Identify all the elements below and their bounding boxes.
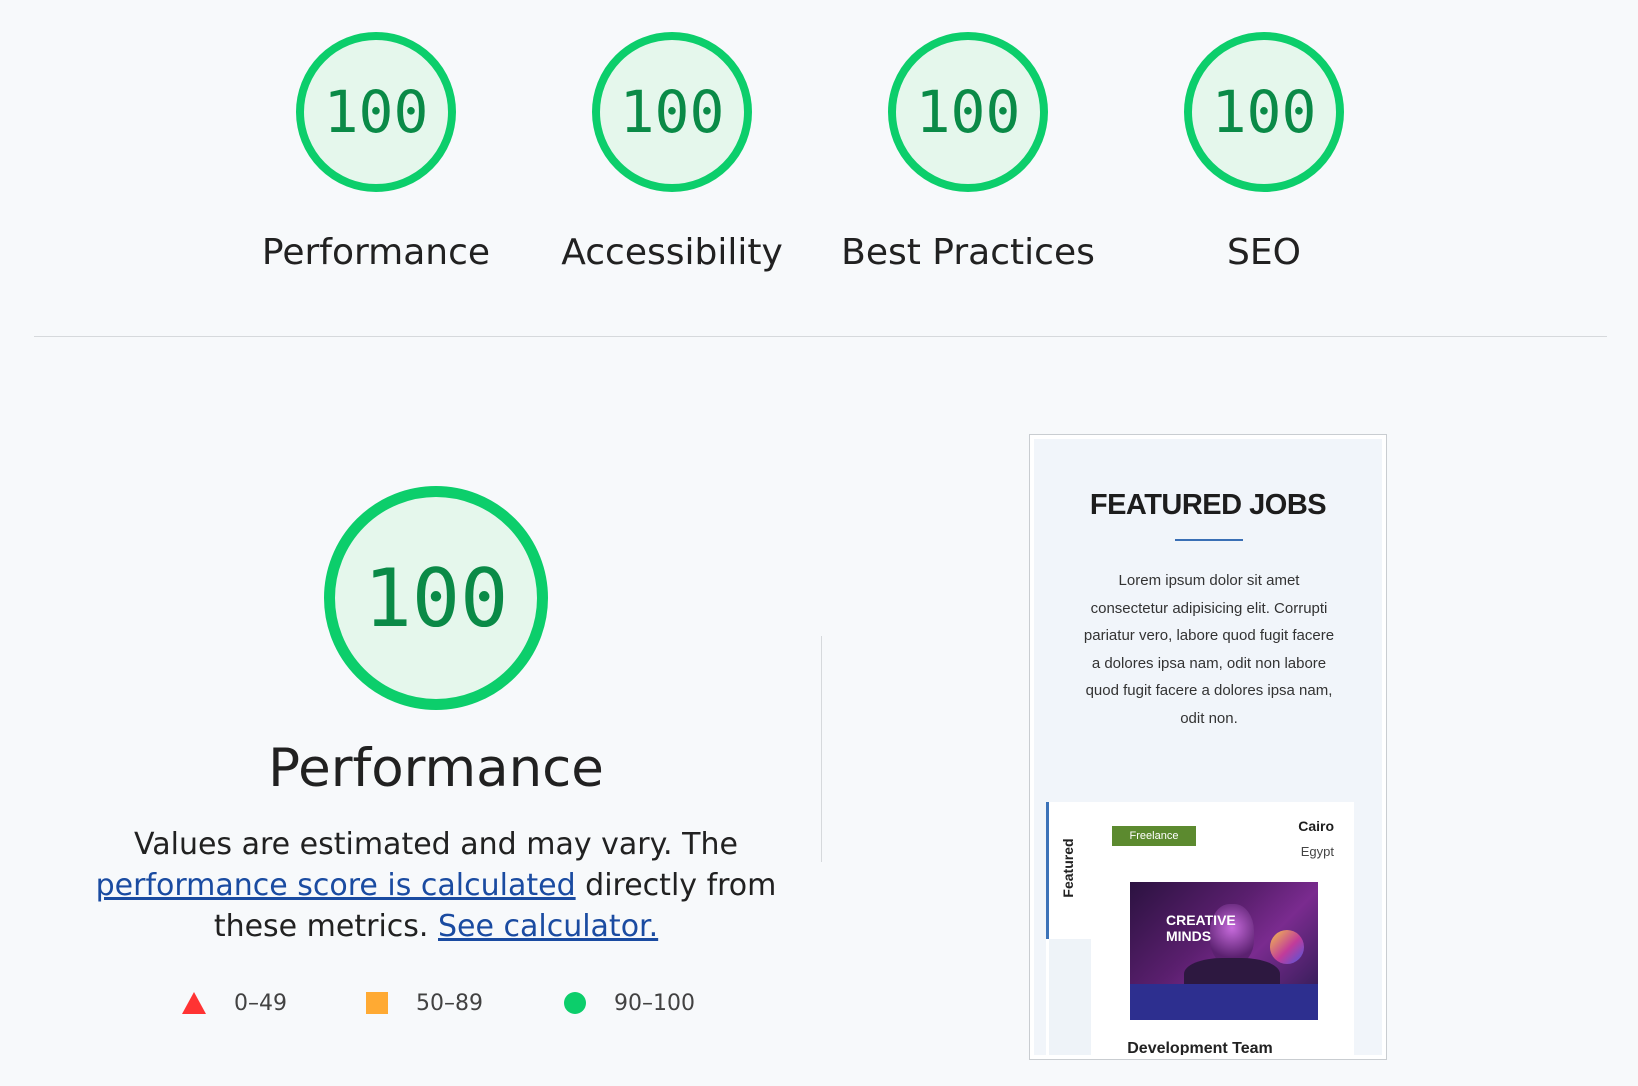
card-side-panel — [1049, 939, 1091, 1055]
job-city: Cairo — [1298, 818, 1334, 834]
vertical-divider — [821, 636, 822, 862]
best-practices-gauge[interactable]: 100 — [888, 32, 1048, 192]
performance-title: Performance — [268, 738, 604, 799]
seo-gauge[interactable]: 100 — [1184, 32, 1344, 192]
job-card: Featured Freelance Cairo Egypt CREATIVE … — [1046, 802, 1354, 1055]
legend-range: 0–49 — [234, 990, 287, 1016]
accessibility-gauge[interactable]: 100 — [592, 32, 752, 192]
performance-category-label[interactable]: Performance — [226, 232, 526, 273]
gradient-orb — [1270, 930, 1304, 964]
final-screenshot[interactable]: FEATURED JOBS Lorem ipsum dolor sit amet… — [1029, 434, 1387, 1060]
image-caption-line-1: CREATIVE — [1166, 912, 1236, 928]
legend-average: 50–89 — [366, 988, 483, 1018]
section-divider — [34, 336, 1607, 337]
screenshot-page: FEATURED JOBS Lorem ipsum dolor sit amet… — [1034, 439, 1382, 1055]
see-calculator-link[interactable]: See calculator. — [438, 909, 658, 944]
featured-jobs-heading: FEATURED JOBS — [1089, 489, 1327, 521]
performance-description: Values are estimated and may vary. The p… — [86, 824, 786, 947]
accessibility-category-label[interactable]: Accessibility — [522, 232, 822, 273]
performance-gauge[interactable]: 100 — [296, 32, 456, 192]
triangle-icon — [182, 992, 206, 1014]
job-title: Development Team — [1127, 1040, 1273, 1055]
legend-pass: 90–100 — [564, 988, 695, 1018]
job-image: CREATIVE MINDS — [1130, 882, 1318, 1020]
circle-icon — [564, 992, 586, 1014]
image-footer — [1130, 984, 1318, 1020]
card-accent-bar — [1046, 802, 1049, 939]
featured-label: Featured — [1060, 838, 1076, 898]
square-icon — [366, 992, 388, 1014]
performance-score-gauge: 100 — [324, 486, 548, 710]
seo-category-label[interactable]: SEO — [1114, 232, 1414, 273]
image-caption: CREATIVE MINDS — [1166, 912, 1236, 944]
job-country: Egypt — [1300, 844, 1334, 859]
freelance-badge: Freelance — [1112, 826, 1196, 846]
legend-range: 50–89 — [416, 990, 483, 1016]
legend-range: 90–100 — [614, 990, 695, 1016]
description-prefix: Values are estimated and may vary. The — [134, 827, 738, 862]
legend-fail: 0–49 — [182, 988, 287, 1018]
performance-score-link[interactable]: performance score is calculated — [96, 868, 576, 903]
best-practices-category-label[interactable]: Best Practices — [818, 232, 1118, 273]
heading-underline — [1175, 539, 1243, 541]
image-caption-line-2: MINDS — [1166, 928, 1212, 944]
featured-jobs-text: Lorem ipsum dolor sit amet consectetur a… — [1083, 572, 1335, 727]
